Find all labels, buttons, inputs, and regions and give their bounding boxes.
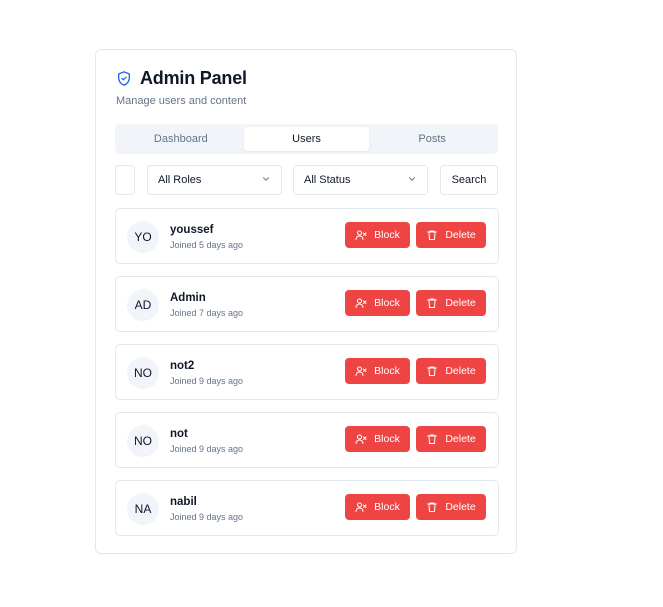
user-name: youssef bbox=[170, 224, 214, 236]
avatar: YO bbox=[127, 221, 159, 253]
shield-check-icon bbox=[116, 70, 132, 87]
block-user-button[interactable]: Block bbox=[345, 426, 410, 452]
status-select[interactable]: All Status bbox=[293, 165, 428, 195]
user-name: not bbox=[170, 428, 188, 440]
roles-select-value: All Roles bbox=[158, 174, 202, 186]
user-x-icon bbox=[355, 297, 367, 309]
panel-header: Admin Panel Manage users and content bbox=[116, 68, 247, 107]
trash-icon bbox=[426, 297, 438, 309]
user-list: YO youssef Joined 5 days ago Block Delet… bbox=[115, 208, 499, 548]
block-label: Block bbox=[374, 433, 400, 445]
roles-select[interactable]: All Roles bbox=[147, 165, 282, 195]
user-x-icon bbox=[355, 501, 367, 513]
user-row: NO not Joined 9 days ago Block Delete bbox=[115, 412, 499, 468]
user-row: NO not2 Joined 9 days ago Block Delete bbox=[115, 344, 499, 400]
block-label: Block bbox=[374, 501, 400, 513]
user-joined: Joined 5 days ago bbox=[170, 240, 244, 250]
page-title: Admin Panel bbox=[140, 68, 247, 88]
trash-icon bbox=[426, 229, 438, 241]
chevron-down-icon bbox=[261, 174, 271, 187]
delete-user-button[interactable]: Delete bbox=[416, 426, 486, 452]
user-joined: Joined 9 days ago bbox=[170, 376, 244, 386]
trash-icon bbox=[426, 365, 438, 377]
delete-user-button[interactable]: Delete bbox=[416, 222, 486, 248]
block-label: Block bbox=[374, 365, 400, 377]
avatar: NA bbox=[127, 493, 159, 525]
user-row: NA nabil Joined 9 days ago Block Delete bbox=[115, 480, 499, 536]
user-row: AD Admin Joined 7 days ago Block Delete bbox=[115, 276, 499, 332]
user-name: Admin bbox=[170, 292, 206, 304]
filter-bar: All Roles All Status Search bbox=[115, 165, 499, 195]
delete-label: Delete bbox=[445, 501, 476, 513]
tab-posts[interactable]: Posts bbox=[369, 127, 495, 151]
delete-label: Delete bbox=[445, 229, 476, 241]
block-user-button[interactable]: Block bbox=[345, 222, 410, 248]
search-input[interactable] bbox=[115, 165, 135, 195]
delete-user-button[interactable]: Delete bbox=[416, 494, 486, 520]
chevron-down-icon bbox=[407, 174, 417, 187]
block-user-button[interactable]: Block bbox=[345, 358, 410, 384]
tab-bar: Dashboard Users Posts bbox=[115, 124, 498, 154]
block-label: Block bbox=[374, 229, 400, 241]
tab-dashboard[interactable]: Dashboard bbox=[118, 127, 244, 151]
trash-icon bbox=[426, 501, 438, 513]
user-x-icon bbox=[355, 229, 367, 241]
delete-user-button[interactable]: Delete bbox=[416, 290, 486, 316]
user-x-icon bbox=[355, 365, 367, 377]
status-select-value: All Status bbox=[304, 174, 351, 186]
user-name: nabil bbox=[170, 496, 197, 508]
delete-label: Delete bbox=[445, 433, 476, 445]
block-user-button[interactable]: Block bbox=[345, 290, 410, 316]
user-joined: Joined 9 days ago bbox=[170, 512, 244, 522]
user-x-icon bbox=[355, 433, 367, 445]
trash-icon bbox=[426, 433, 438, 445]
delete-label: Delete bbox=[445, 297, 476, 309]
avatar: AD bbox=[127, 289, 159, 321]
user-row: YO youssef Joined 5 days ago Block Delet… bbox=[115, 208, 499, 264]
search-button[interactable]: Search bbox=[440, 165, 498, 195]
user-name: not2 bbox=[170, 360, 195, 372]
tab-users[interactable]: Users bbox=[243, 127, 370, 151]
block-label: Block bbox=[374, 297, 400, 309]
page-subtitle: Manage users and content bbox=[116, 95, 247, 107]
avatar: NO bbox=[127, 425, 159, 457]
user-joined: Joined 7 days ago bbox=[170, 308, 244, 318]
admin-panel-card: Admin Panel Manage users and content Das… bbox=[95, 49, 517, 554]
delete-user-button[interactable]: Delete bbox=[416, 358, 486, 384]
block-user-button[interactable]: Block bbox=[345, 494, 410, 520]
user-joined: Joined 9 days ago bbox=[170, 444, 244, 454]
delete-label: Delete bbox=[445, 365, 476, 377]
title-row: Admin Panel bbox=[116, 68, 247, 89]
avatar: NO bbox=[127, 357, 159, 389]
